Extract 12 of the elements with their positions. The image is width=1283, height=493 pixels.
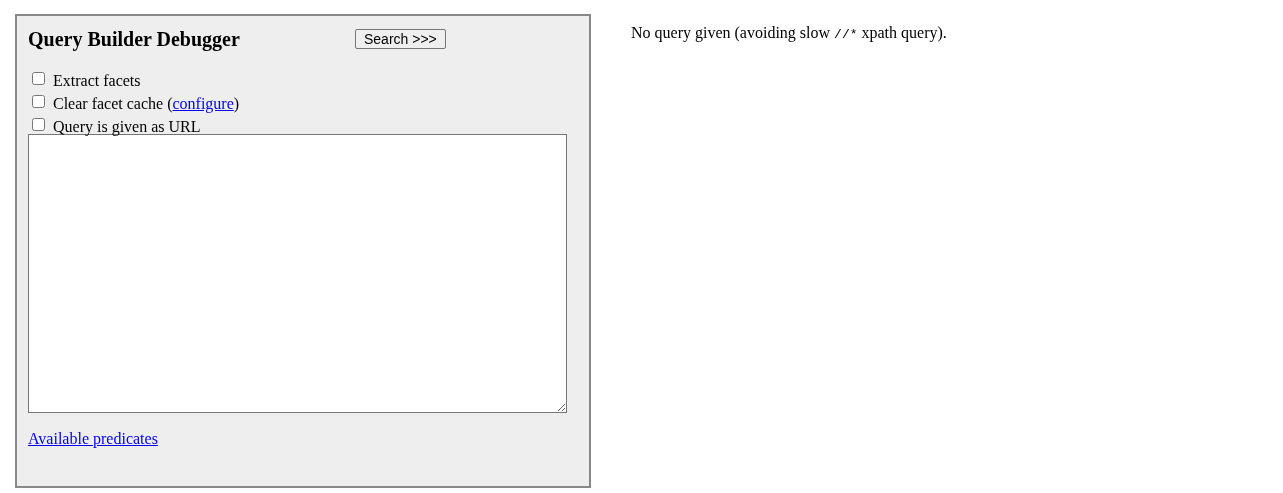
option-label: Query is given as URL — [53, 117, 201, 136]
search-button[interactable]: Search >>> — [355, 29, 446, 49]
configure-link[interactable]: configure — [172, 94, 234, 112]
option-label: Extract facets — [53, 71, 141, 90]
query-input-field[interactable] — [28, 134, 567, 413]
panel-title: Query Builder Debugger — [28, 27, 241, 51]
option-checkbox[interactable] — [32, 95, 45, 108]
available-predicates-link[interactable]: Available predicates — [28, 430, 158, 447]
option-label: Clear facet cache (configure) — [53, 94, 240, 113]
status-message: No query given (avoiding slow //* xpath query). — [631, 24, 947, 42]
option-checkbox[interactable] — [32, 72, 45, 85]
option-checkbox[interactable] — [32, 118, 45, 131]
